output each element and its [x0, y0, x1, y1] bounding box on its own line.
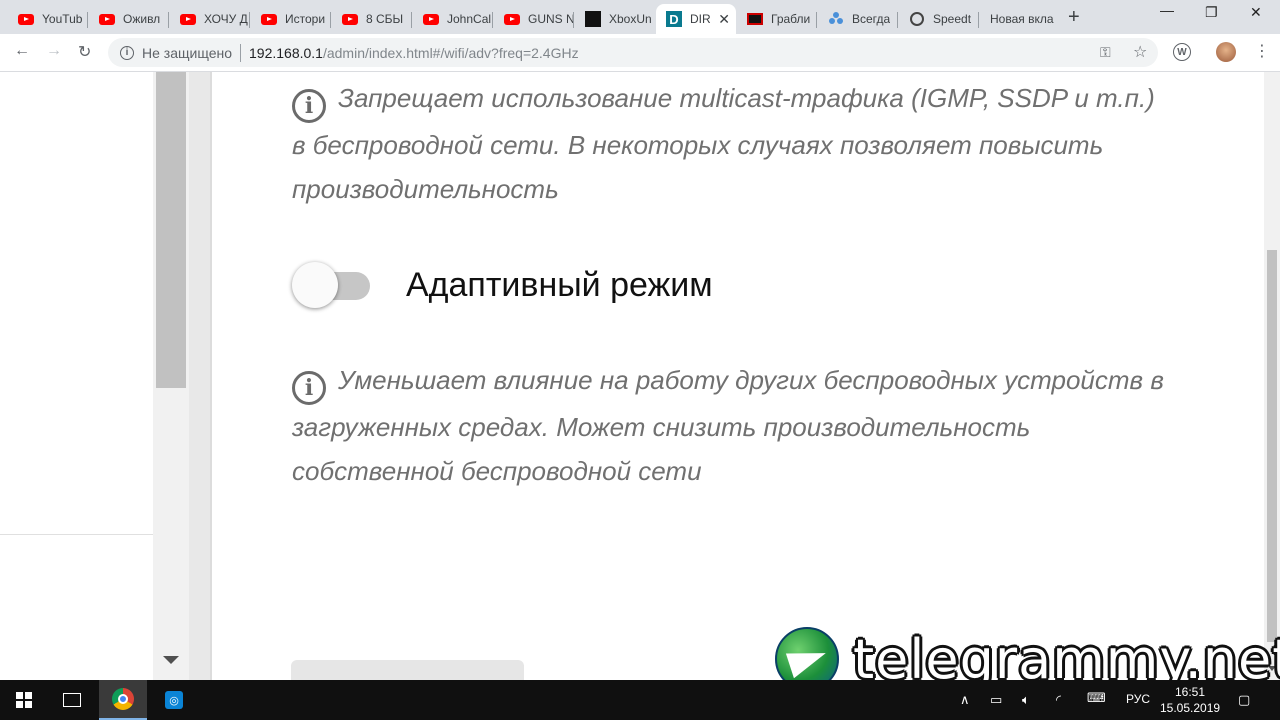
scrollbar-thumb[interactable]: [156, 72, 186, 388]
adaptive-hint-text: Уменьшает влияние на работу других беспр…: [292, 365, 1164, 486]
multicast-hint: i Запрещает использование multicast-трафи…: [292, 76, 1172, 211]
clock-date: 15.05.2019: [1160, 701, 1221, 715]
browser-tab[interactable]: Истори: [251, 4, 331, 34]
adaptive-mode-toggle[interactable]: [292, 262, 372, 308]
app-icon: ◎: [165, 691, 183, 709]
browser-tab[interactable]: Speedt: [899, 4, 979, 34]
info-icon: i: [292, 89, 326, 123]
youtube-icon: [261, 11, 277, 27]
adaptive-hint: i Уменьшает влияние на работу других бесп…: [292, 358, 1172, 493]
url-host: 192.168.0.1: [249, 44, 323, 61]
adaptive-mode-label: Адаптивный режим: [406, 265, 713, 304]
back-arrow-icon[interactable]: ←: [14, 42, 30, 60]
tab-title: Speedt: [933, 12, 972, 26]
tab-title: Грабли: [771, 12, 811, 26]
page-scrollbar[interactable]: [1264, 72, 1280, 680]
key-icon[interactable]: ⚿: [1100, 44, 1111, 61]
browser-tab[interactable]: Оживл: [89, 4, 169, 34]
site-icon: [747, 11, 763, 27]
adaptive-mode-row: Адаптивный режим: [292, 262, 713, 308]
speedtest-icon: [909, 11, 925, 27]
info-icon[interactable]: i: [120, 45, 134, 60]
task-view-icon: [63, 693, 81, 707]
menu-icon[interactable]: ⋮: [1254, 41, 1270, 61]
taskbar-app[interactable]: ◎: [150, 680, 198, 720]
volume-icon[interactable]: 🔈︎: [1022, 692, 1030, 708]
youtube-icon: [504, 11, 520, 27]
youtube-icon: [99, 11, 115, 27]
clock-time: 16:51: [1174, 685, 1206, 699]
reload-icon[interactable]: ↻: [78, 42, 91, 62]
task-view-button[interactable]: [48, 680, 96, 720]
browser-tab[interactable]: YouTub: [8, 4, 88, 34]
tab-title: Оживл: [123, 12, 161, 26]
youtube-icon: [18, 11, 34, 27]
multicast-hint-text: Запрещает использование multicast-трафик…: [292, 83, 1155, 204]
tab-title: XboxUn: [609, 12, 652, 26]
info-icon: i: [292, 371, 326, 405]
xbox-site-icon: [585, 11, 601, 27]
avatar[interactable]: [1216, 42, 1236, 62]
browser-tab-active[interactable]: D DIR ✕: [656, 4, 736, 34]
scroll-down-arrow-icon[interactable]: [163, 656, 179, 664]
wifi-advanced-settings: i Запрещает использование multicast-трафи…: [212, 72, 1264, 680]
browser-tab[interactable]: ХОЧУ Д: [170, 4, 250, 34]
browser-tab[interactable]: 8 СБЫ: [332, 4, 412, 34]
tab-title: DIR: [690, 12, 711, 26]
browser-tab[interactable]: Грабли: [737, 4, 817, 34]
browser-tab[interactable]: Всегда: [818, 4, 898, 34]
page-viewport: i Запрещает использование multicast-трафи…: [0, 72, 1280, 680]
browser-tab-strip: YouTub Оживл ХОЧУ Д Истори 8 СБЫ JohnCal…: [0, 0, 1280, 34]
scrollbar-thumb[interactable]: [1267, 250, 1277, 642]
restore-icon[interactable]: ❐: [1205, 4, 1218, 21]
clock[interactable]: 16:51 15.05.2019: [1160, 684, 1220, 716]
tab-title: Всегда: [852, 12, 891, 26]
tab-title: YouTub: [42, 12, 83, 26]
notifications-icon[interactable]: ▢: [1238, 692, 1250, 708]
dots-icon: [828, 11, 844, 27]
security-label[interactable]: Не защищено: [142, 45, 232, 61]
windows-taskbar: ◎ ∧ ▭ 🔈︎ ◜ ⌨ РУС 16:51 15.05.2019 ▢: [0, 680, 1280, 720]
browser-toolbar: ← → ↻ i Не защищено 192.168.0.1 /admin/i…: [0, 34, 1280, 72]
language-indicator[interactable]: РУС: [1126, 692, 1150, 706]
taskbar-chrome[interactable]: [99, 680, 147, 720]
browser-tab[interactable]: GUNS N: [494, 4, 574, 34]
youtube-icon: [423, 11, 439, 27]
keyboard-icon[interactable]: ⌨: [1087, 690, 1106, 706]
chrome-icon: [112, 688, 134, 710]
windows-logo-icon: [16, 692, 32, 708]
url-path: /admin/index.html#/wifi/adv?freq=2.4GHz: [322, 44, 579, 61]
panel-gutter: [189, 72, 212, 680]
tab-title: GUNS N: [528, 12, 574, 26]
tab-title: JohnCal: [447, 12, 492, 26]
bookmark-star-icon[interactable]: ☆: [1133, 42, 1147, 62]
youtube-icon: [180, 11, 196, 27]
close-icon[interactable]: ✕: [718, 11, 730, 28]
tray-chevron-icon[interactable]: ∧: [960, 692, 970, 708]
apply-button[interactable]: [291, 660, 524, 680]
minimize-icon[interactable]: —: [1160, 2, 1174, 18]
tab-title: ХОЧУ Д: [204, 12, 248, 26]
new-tab-button[interactable]: +: [1068, 6, 1080, 29]
window-close-icon[interactable]: ✕: [1250, 4, 1262, 21]
battery-icon[interactable]: ▭: [990, 692, 1002, 708]
youtube-icon: [342, 11, 358, 27]
browser-tab[interactable]: Новая вкла: [980, 4, 1060, 34]
extension-icon[interactable]: W: [1173, 43, 1191, 61]
browser-tab[interactable]: XboxUn: [575, 4, 655, 34]
tab-title: Новая вкла: [990, 12, 1054, 26]
tab-title: 8 СБЫ: [366, 12, 404, 26]
tab-title: Истори: [285, 12, 326, 26]
browser-tab[interactable]: JohnCal: [413, 4, 493, 34]
forward-arrow-icon[interactable]: →: [46, 42, 62, 60]
sidebar-scrollbar[interactable]: [153, 72, 189, 680]
dlink-icon: D: [666, 11, 682, 27]
start-button[interactable]: [0, 680, 48, 720]
address-bar[interactable]: i Не защищено 192.168.0.1 /admin/index.h…: [108, 38, 1158, 67]
network-icon[interactable]: ◜: [1056, 692, 1061, 708]
sidebar: [0, 72, 153, 680]
